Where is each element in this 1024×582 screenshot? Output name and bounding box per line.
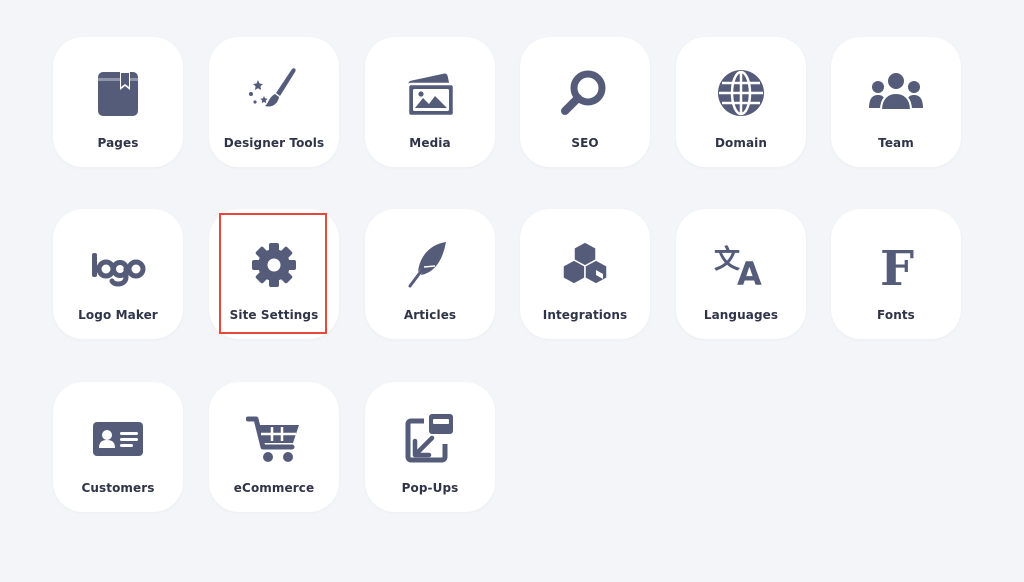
svg-text:F: F <box>880 241 914 294</box>
search-icon <box>557 66 613 122</box>
tile-label: Articles <box>403 308 457 322</box>
tile-label: Customers <box>81 481 155 495</box>
tile-integrations[interactable]: Integrations <box>520 209 650 339</box>
team-icon <box>868 66 924 122</box>
images-icon <box>402 66 458 122</box>
tile-fonts[interactable]: F Fonts <box>831 209 961 339</box>
tile-label: Fonts <box>877 308 915 322</box>
globe-icon <box>713 66 769 122</box>
tile-label: SEO <box>571 136 599 150</box>
tile-team[interactable]: Team <box>831 37 961 167</box>
tile-domain[interactable]: Domain <box>676 37 806 167</box>
tile-designer-tools[interactable]: Designer Tools <box>209 37 339 167</box>
tile-pop-ups[interactable]: Pop-Ups <box>365 382 495 512</box>
tile-label: Site Settings <box>229 308 319 322</box>
tile-label: eCommerce <box>233 481 315 495</box>
book-icon <box>90 66 146 122</box>
tile-label: Designer Tools <box>223 136 325 150</box>
popup-icon <box>402 411 458 467</box>
logo-icon <box>90 238 146 294</box>
font-icon: F <box>868 238 924 294</box>
tile-label: Languages <box>703 308 779 322</box>
svg-text:A: A <box>737 255 762 293</box>
tile-articles[interactable]: Articles <box>365 209 495 339</box>
tile-label: Logo Maker <box>78 308 158 322</box>
tile-pages[interactable]: Pages <box>53 37 183 167</box>
tile-languages[interactable]: 文 A Languages <box>676 209 806 339</box>
tile-label: Domain <box>714 136 768 150</box>
tile-logo-maker[interactable]: Logo Maker <box>53 209 183 339</box>
paintbrush-stars-icon <box>246 66 302 122</box>
tile-label: Pages <box>97 136 139 150</box>
tile-customers[interactable]: Customers <box>53 382 183 512</box>
tile-seo[interactable]: SEO <box>520 37 650 167</box>
shopping-cart-icon <box>246 411 302 467</box>
tile-label: Pop-Ups <box>401 481 459 495</box>
translate-icon: 文 A <box>713 238 769 294</box>
tile-label: Media <box>409 136 451 150</box>
id-card-icon <box>90 411 146 467</box>
tile-media[interactable]: Media <box>365 37 495 167</box>
feather-icon <box>402 238 458 294</box>
cubes-icon <box>557 238 613 294</box>
tile-ecommerce[interactable]: eCommerce <box>209 382 339 512</box>
tile-label: Team <box>878 136 914 150</box>
gear-icon <box>246 238 302 294</box>
tile-site-settings[interactable]: Site Settings <box>209 209 339 339</box>
tile-label: Integrations <box>542 308 628 322</box>
